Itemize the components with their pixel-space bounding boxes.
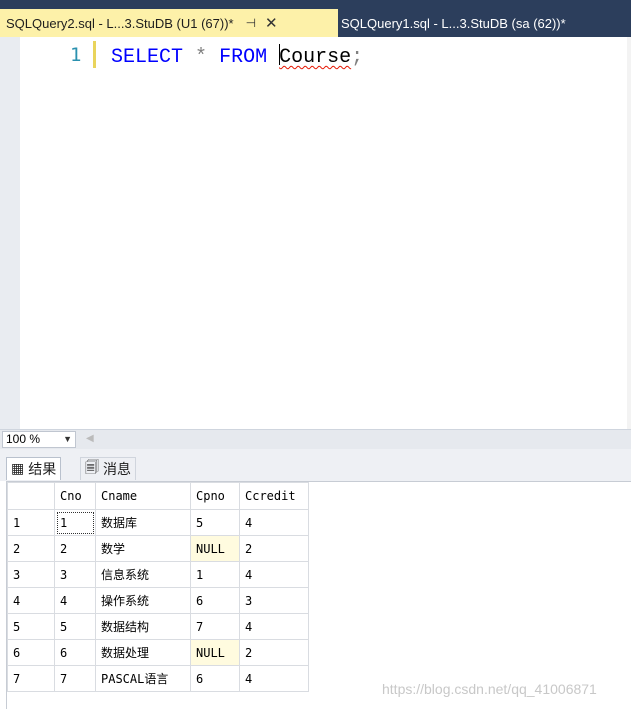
cell-cpno[interactable]: 5 [190, 509, 240, 536]
cell-cname[interactable]: 数据结构 [95, 613, 191, 640]
scroll-left-icon[interactable]: ◀ [86, 433, 94, 444]
table-identifier: Course [279, 46, 352, 69]
column-header-cpno[interactable]: Cpno [190, 482, 240, 510]
cell-cno[interactable]: 1 [54, 509, 96, 536]
cell-cpno[interactable]: NULL [190, 535, 240, 562]
results-grid[interactable]: Cno Cname Cpno Ccredit 1 1 数据库 5 4 2 2 数… [6, 481, 631, 709]
zoom-value: 100 % [6, 432, 41, 446]
row-number[interactable]: 2 [7, 535, 55, 562]
operator-star: * [195, 46, 208, 69]
cell-cpno[interactable]: 7 [190, 613, 240, 640]
cell-ccredit[interactable]: 3 [239, 587, 309, 614]
semicolon: ; [351, 46, 364, 69]
cell-cname[interactable]: PASCAL语言 [95, 665, 191, 692]
cell-cname[interactable]: 数据库 [95, 509, 191, 536]
table-row: 7 7 PASCAL语言 6 4 [7, 665, 309, 692]
table-row: 2 2 数学 NULL 2 [7, 535, 309, 562]
cell-cno[interactable]: 2 [54, 535, 96, 562]
query-editor[interactable]: 1 SELECT * FROM Course; [0, 37, 631, 429]
cell-cpno[interactable]: 6 [190, 665, 240, 692]
cell-ccredit[interactable]: 4 [239, 509, 309, 536]
editor-scrollbar[interactable] [627, 37, 631, 429]
cell-ccredit[interactable]: 4 [239, 665, 309, 692]
cell-cname[interactable]: 操作系统 [95, 587, 191, 614]
table-row: 3 3 信息系统 1 4 [7, 561, 309, 588]
keyword-select: SELECT [111, 46, 184, 69]
row-number-header[interactable] [7, 482, 55, 510]
column-header-ccredit[interactable]: Ccredit [239, 482, 309, 510]
cell-cno[interactable]: 6 [54, 639, 96, 666]
grid-icon: ▦ [11, 461, 25, 477]
tab-messages-label: 消息 [103, 462, 131, 478]
row-number[interactable]: 4 [7, 587, 55, 614]
column-header-cname[interactable]: Cname [95, 482, 191, 510]
editor-status-bar: 100 % ▼ ◀ [0, 429, 631, 449]
row-number[interactable]: 5 [7, 613, 55, 640]
cell-cpno[interactable]: NULL [190, 639, 240, 666]
tab-messages[interactable]: 🗐 消息 [80, 457, 136, 480]
table-row: 5 5 数据结构 7 4 [7, 613, 309, 640]
row-number[interactable]: 3 [7, 561, 55, 588]
row-number[interactable]: 6 [7, 639, 55, 666]
tab-results-label: 结果 [28, 462, 57, 478]
chevron-down-icon[interactable]: ▼ [63, 432, 72, 447]
results-tab-strip: ▦ 结果 🗐 消息 [0, 449, 631, 481]
row-number[interactable]: 7 [7, 665, 55, 692]
cell-cname[interactable]: 数学 [95, 535, 191, 562]
cell-cpno[interactable]: 6 [190, 587, 240, 614]
cell-ccredit[interactable]: 4 [239, 613, 309, 640]
watermark: https://blog.csdn.net/qq_41006871 [382, 681, 597, 697]
cell-cpno[interactable]: 1 [190, 561, 240, 588]
cell-cname[interactable]: 信息系统 [95, 561, 191, 588]
sql-code-line[interactable]: SELECT * FROM Course; [111, 44, 363, 69]
tab-sqlquery1-label: SQLQuery1.sql - L...3.StuDB (sa (62))* [341, 15, 566, 31]
column-header-cno[interactable]: Cno [54, 482, 96, 510]
cell-ccredit[interactable]: 4 [239, 561, 309, 588]
cell-cname[interactable]: 数据处理 [95, 639, 191, 666]
results-table: Cno Cname Cpno Ccredit 1 1 数据库 5 4 2 2 数… [7, 482, 309, 692]
close-icon[interactable]: ✕ [265, 14, 278, 32]
keyword-from: FROM [219, 46, 268, 69]
cell-cno[interactable]: 5 [54, 613, 96, 640]
tab-sqlquery1[interactable]: SQLQuery1.sql - L...3.StuDB (sa (62))* [341, 9, 566, 37]
cell-ccredit[interactable]: 2 [239, 535, 309, 562]
table-row: 6 6 数据处理 NULL 2 [7, 639, 309, 666]
cell-cno[interactable]: 3 [54, 561, 96, 588]
message-icon: 🗐 [85, 460, 99, 476]
document-tab-strip: SQLQuery2.sql - L...3.StuDB (U1 (67))* ⊣… [0, 0, 631, 37]
tab-results[interactable]: ▦ 结果 [6, 457, 62, 480]
cell-cno[interactable]: 4 [54, 587, 96, 614]
cell-ccredit[interactable]: 2 [239, 639, 309, 666]
tab-sqlquery2[interactable]: SQLQuery2.sql - L...3.StuDB (U1 (67))* ⊣… [0, 9, 338, 37]
table-row: 4 4 操作系统 6 3 [7, 587, 309, 614]
tab-sqlquery2-label: SQLQuery2.sql - L...3.StuDB (U1 (67))* [6, 15, 234, 31]
zoom-dropdown[interactable]: 100 % ▼ [2, 431, 76, 448]
table-row: 1 1 数据库 5 4 [7, 509, 309, 536]
cell-cno[interactable]: 7 [54, 665, 96, 692]
row-number[interactable]: 1 [7, 509, 55, 536]
line-number: 1 [70, 44, 82, 66]
pin-icon[interactable]: ⊣ [246, 16, 256, 30]
header-row: Cno Cname Cpno Ccredit [7, 482, 309, 510]
change-indicator [93, 41, 96, 68]
